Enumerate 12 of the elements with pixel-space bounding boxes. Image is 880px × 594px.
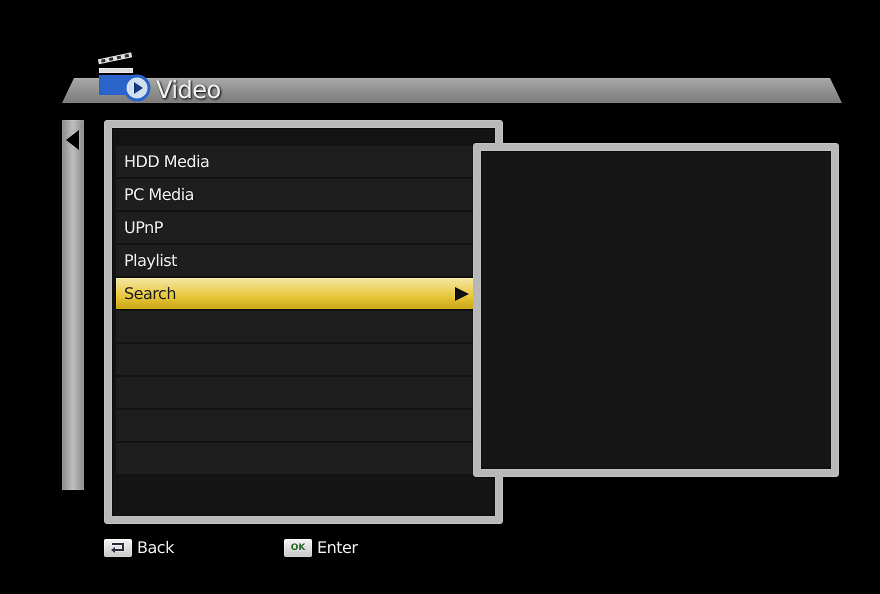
screen-title: Video: [156, 76, 221, 104]
menu-item[interactable]: Playlist: [116, 245, 473, 276]
ok-key: OK: [284, 538, 312, 556]
back-hint: Back: [137, 538, 174, 557]
left-arrow-icon[interactable]: [66, 130, 80, 150]
right-arrow-icon: [455, 286, 469, 300]
back-key-icon: [104, 538, 132, 556]
enter-hint: Enter: [317, 538, 358, 557]
menu-item[interactable]: UPnP: [116, 212, 473, 243]
menu-item[interactable]: Search: [116, 278, 473, 309]
menu-item[interactable]: HDD Media: [116, 146, 473, 177]
menu-item[interactable]: PC Media: [116, 179, 473, 210]
